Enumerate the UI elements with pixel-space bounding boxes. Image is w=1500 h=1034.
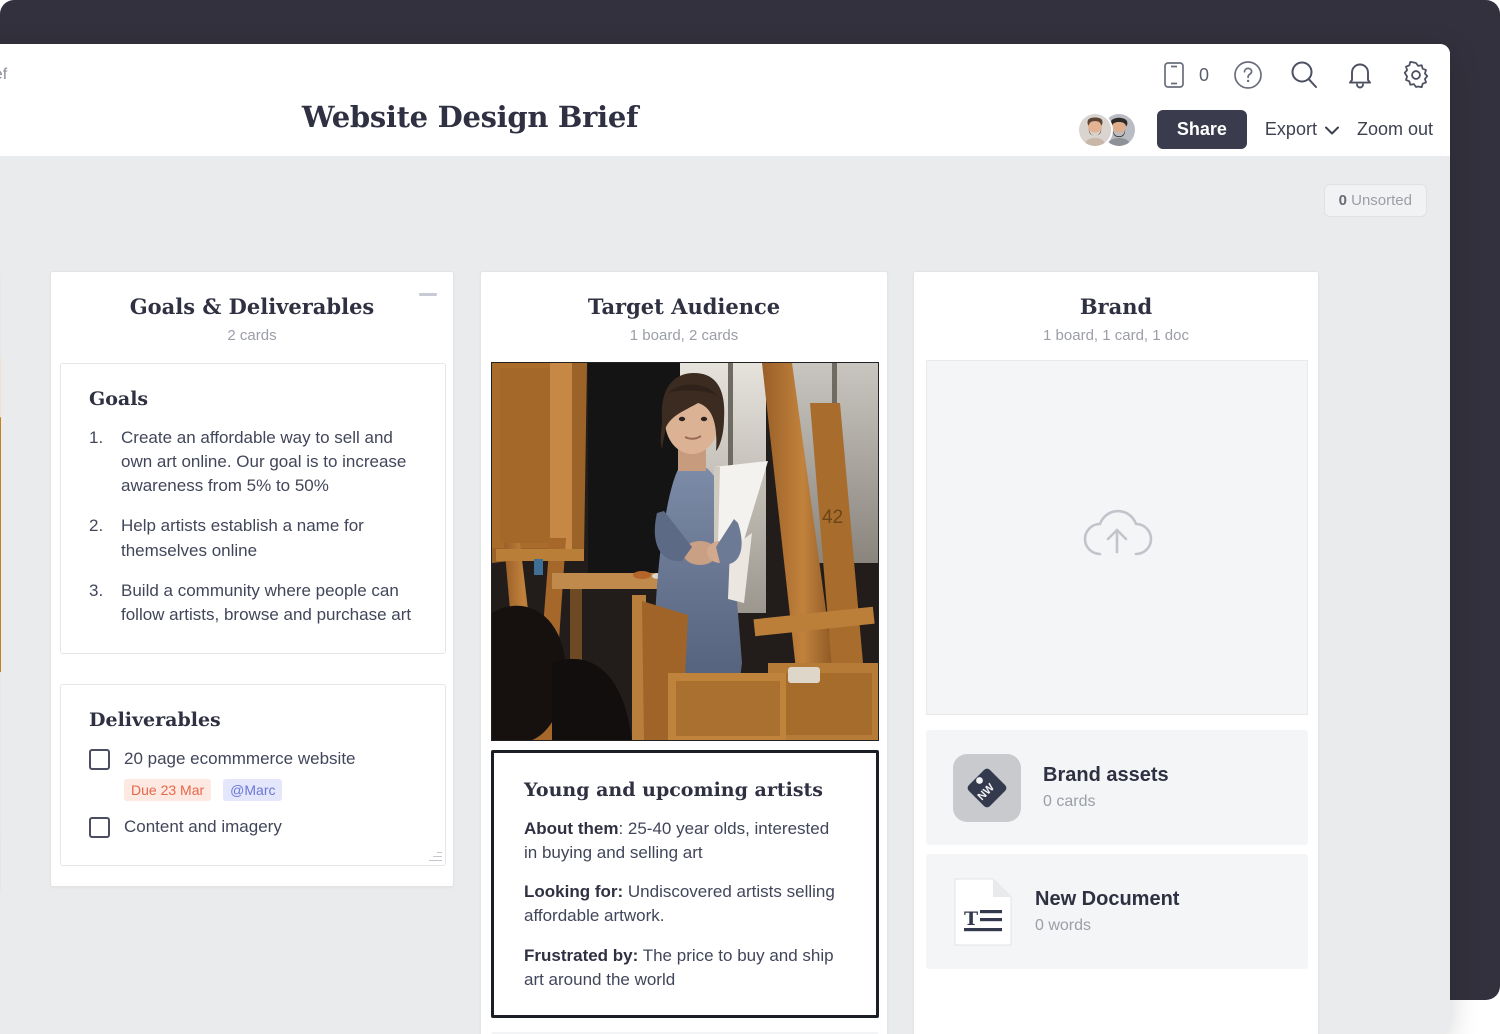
chevron-down-icon xyxy=(1324,119,1339,140)
artwork-thumbnail[interactable] xyxy=(0,357,1,672)
device-count: 0 xyxy=(1198,64,1209,85)
mobile-device-icon[interactable] xyxy=(1157,58,1191,92)
toolbar-icon-row: 0 xyxy=(1157,58,1433,92)
list-item: Build a community where people can follo… xyxy=(89,579,412,624)
brand-item-subtitle: 0 words xyxy=(1035,917,1092,934)
document-icon: T xyxy=(953,877,1013,947)
column-title: Target Audience xyxy=(587,294,781,319)
toolbar-action-row: Share Export Zoom out xyxy=(1076,110,1433,149)
audience-row-label: About them xyxy=(524,819,619,838)
brand-item-brand-assets[interactable]: NW Brand assets 0 cards xyxy=(926,730,1308,845)
column-subtitle: 2 cards xyxy=(227,327,277,344)
brand-item-text: Brand assets 0 cards xyxy=(1043,764,1169,811)
avatar-group[interactable] xyxy=(1076,111,1139,148)
page-title: Website Design Brief xyxy=(301,100,639,134)
device-count-group[interactable]: 0 xyxy=(1157,58,1209,92)
gear-icon[interactable] xyxy=(1399,58,1433,92)
goals-list: Create an affordable way to sell and own… xyxy=(89,426,417,627)
board-column-goals-deliverables[interactable]: Goals & Deliverables 2 cards Goals Creat… xyxy=(50,271,454,887)
card-target-audience[interactable]: Young and upcoming artists About them: 2… xyxy=(491,750,879,1018)
audience-row-sep: : xyxy=(618,819,628,838)
export-dropdown[interactable]: Export xyxy=(1265,119,1339,140)
resize-handle-icon[interactable] xyxy=(428,848,442,862)
brand-item-text: New Document 0 words xyxy=(1035,888,1179,935)
list-item: Create an affordable way to sell and own… xyxy=(89,426,407,496)
file-dropzone[interactable] xyxy=(926,360,1308,715)
brand-item-new-document[interactable]: T New Document 0 words xyxy=(926,854,1308,969)
search-icon[interactable] xyxy=(1287,58,1321,92)
column-subtitle: 1 board, 2 cards xyxy=(629,327,739,344)
audience-row: Looking for: Undiscovered artists sellin… xyxy=(524,880,846,928)
column-title: Brand xyxy=(1079,294,1153,319)
card-title: Young and upcoming artists xyxy=(524,779,823,801)
card-deliverables[interactable]: Deliverables 20 page ecommmerce website … xyxy=(60,684,446,866)
bell-icon[interactable] xyxy=(1343,58,1377,92)
checkbox[interactable] xyxy=(89,816,110,838)
column-header: Target Audience 1 board, 2 cards xyxy=(481,272,887,344)
assignee-tag[interactable]: @Marc xyxy=(223,778,283,801)
checklist-item[interactable]: 20 page ecommmerce website xyxy=(89,747,417,771)
card-title: Goals xyxy=(89,388,149,410)
checklist-item[interactable]: Content and imagery xyxy=(89,815,417,839)
column-subtitle: 1 board, 1 card, 1 doc xyxy=(1043,327,1189,344)
cloud-upload-icon xyxy=(1078,504,1156,571)
column-header: Brand 1 board, 1 card, 1 doc xyxy=(914,272,1318,344)
avatar[interactable] xyxy=(1076,111,1113,148)
unsorted-count: 0 xyxy=(1338,192,1347,209)
column-title: Goals & Deliverables xyxy=(129,294,375,319)
card-title: Deliverables xyxy=(89,709,221,731)
board-column-target-audience[interactable]: Target Audience 1 board, 2 cards 42 Youn… xyxy=(480,271,888,1034)
list-item: Help artists establish a name for themse… xyxy=(89,514,364,560)
audience-row: About them: 25-40 year olds, interested … xyxy=(524,817,846,865)
unsorted-badge[interactable]: 0 Unsorted xyxy=(1323,184,1427,217)
question-circle-icon[interactable] xyxy=(1231,58,1265,92)
checklist-item-tags: Due 23 Mar @Marc xyxy=(124,778,417,801)
checkbox[interactable] xyxy=(89,749,110,770)
export-label: Export xyxy=(1264,119,1317,139)
app-window: gn Brief Website Design Brief 0 xyxy=(0,44,1450,1034)
collapse-column-icon[interactable] xyxy=(417,286,439,302)
column-header: Goals & Deliverables 2 cards xyxy=(51,272,453,344)
audience-row-label: Looking for: xyxy=(524,882,624,902)
brand-item-subtitle: 0 cards xyxy=(1043,793,1096,810)
board-canvas: 0 Unsorted irers xyxy=(0,156,1450,1034)
board-column-brand[interactable]: Brand 1 board, 1 card, 1 doc NW Brand as… xyxy=(913,271,1319,1034)
checklist-label: Content and imagery xyxy=(124,816,282,836)
breadcrumb[interactable]: gn Brief xyxy=(0,66,7,84)
share-button[interactable]: Share xyxy=(1156,110,1247,149)
svg-text:T: T xyxy=(964,908,978,930)
card-goals[interactable]: Goals Create an affordable way to sell a… xyxy=(60,363,446,654)
due-date-tag[interactable]: Due 23 Mar xyxy=(124,778,212,801)
audience-row-label: Frustrated by: xyxy=(524,945,639,965)
clipped-card[interactable] xyxy=(0,832,1,892)
tag-board-icon: NW xyxy=(953,753,1021,822)
brand-item-title: Brand assets xyxy=(1043,764,1169,786)
brand-item-title: New Document xyxy=(1035,888,1180,910)
young-artist-in-studio-photo[interactable]: 42 xyxy=(491,362,879,741)
audience-row: Frustrated by: The price to buy and ship… xyxy=(524,944,846,992)
zoom-out-button[interactable]: Zoom out xyxy=(1357,119,1433,140)
checklist-label: 20 page ecommmerce website xyxy=(124,749,356,768)
unsorted-label: Unsorted xyxy=(1351,192,1412,209)
top-bar: gn Brief Website Design Brief 0 xyxy=(0,44,1450,156)
